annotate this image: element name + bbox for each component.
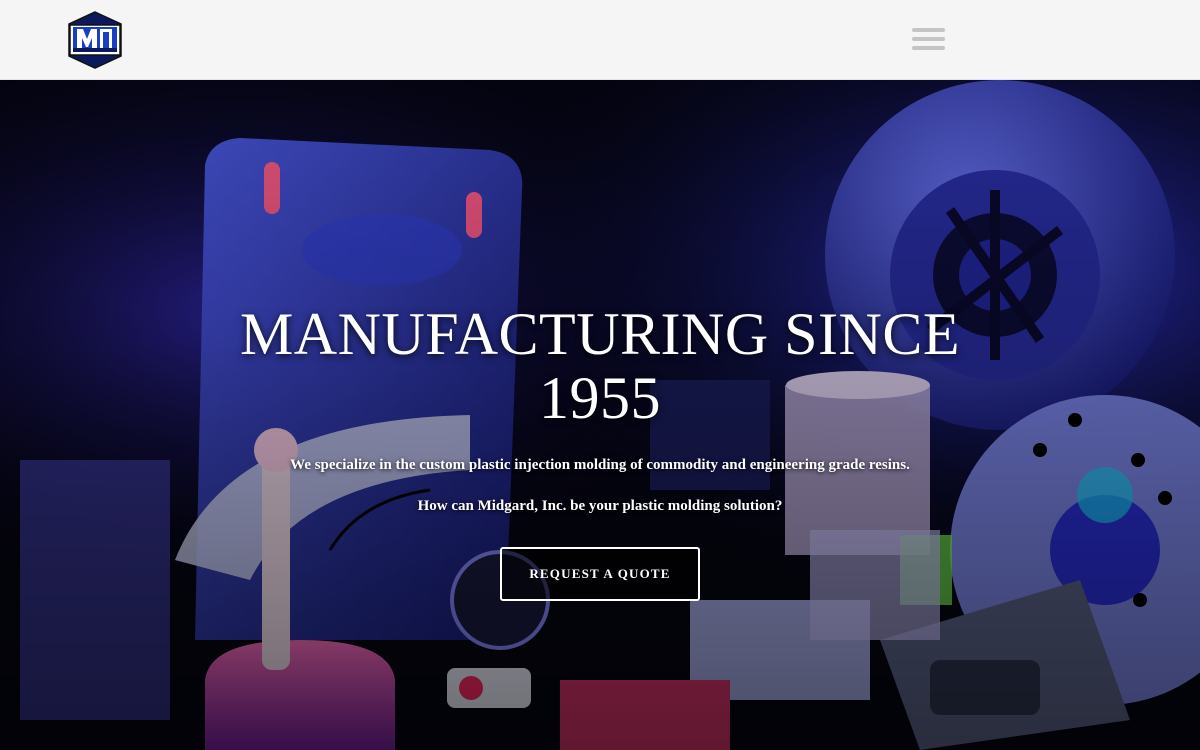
company-logo-icon — [68, 11, 122, 69]
hamburger-line — [912, 46, 945, 50]
site-header: MI — [0, 0, 1200, 80]
hamburger-line — [912, 37, 945, 41]
hero-title: MANUFACTURING SINCE 1955 — [239, 301, 961, 431]
hamburger-line — [912, 28, 945, 32]
hamburger-menu-icon[interactable] — [911, 27, 947, 53]
hero-section: MANUFACTURING SINCE 1955 We specialize i… — [0, 80, 1200, 750]
request-quote-button[interactable]: REQUEST A QUOTE — [500, 547, 700, 601]
hero-subtitle-specialty: We specialize in the custom plastic inje… — [290, 457, 910, 473]
hero-content: MANUFACTURING SINCE 1955 We specialize i… — [0, 80, 1200, 750]
company-logo[interactable]: MI — [66, 11, 124, 69]
hero-subtitle-question: How can Midgard, Inc. be your plastic mo… — [417, 498, 783, 514]
